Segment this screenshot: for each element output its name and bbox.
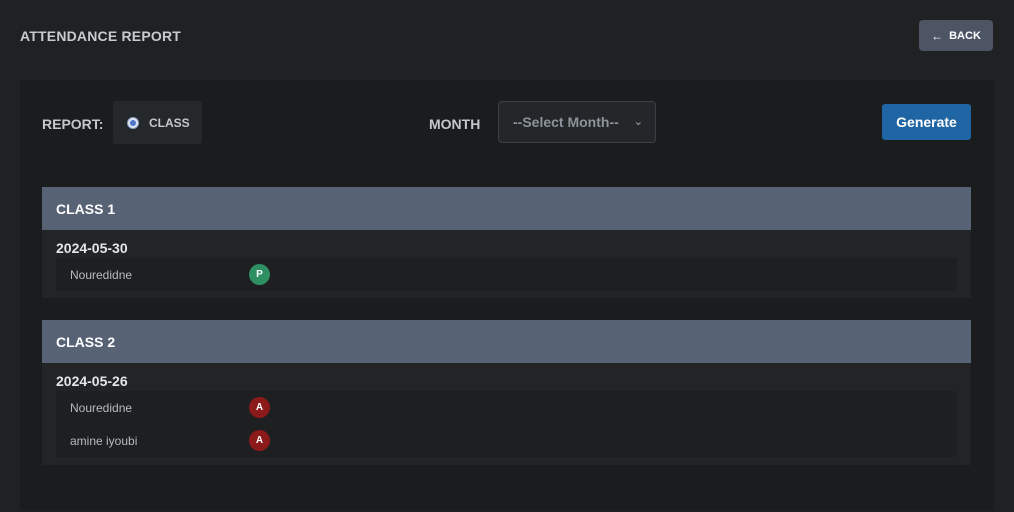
page-header: ATTENDANCE REPORT ← BACK [0,0,1014,80]
status-badge: P [249,264,270,285]
class-radio-option[interactable]: CLASS [113,101,202,144]
month-select[interactable]: --Select Month-- ⌄ [498,101,656,143]
student-row: Nouredidne P [56,258,957,291]
class-card-header: CLASS 2 [42,320,971,363]
class-card: CLASS 1 2024-05-30 Nouredidne P [42,187,971,298]
student-name: Nouredidne [70,400,133,415]
class-radio-label: CLASS [149,115,190,130]
status-badge: A [249,430,270,451]
report-label: REPORT: [42,116,104,132]
back-button-label: BACK [949,29,981,42]
class-card-header: CLASS 1 [42,187,971,230]
report-panel: REPORT: CLASS MONTH --Select Month-- ⌄ G… [20,80,994,510]
month-label: MONTH [429,116,481,132]
month-select-value: --Select Month-- [513,114,619,130]
radio-selected-icon[interactable] [127,116,139,129]
attendance-date: 2024-05-30 [56,240,128,256]
generate-button[interactable]: Generate [882,104,971,140]
page-title: ATTENDANCE REPORT [20,28,182,44]
arrow-left-icon: ← [931,28,944,43]
attendance-date: 2024-05-26 [56,373,128,389]
status-badge: A [249,397,270,418]
student-row: Nouredidne A [56,391,957,424]
student-name: Nouredidne [70,267,133,282]
back-button[interactable]: ← BACK [919,20,993,51]
class-card: CLASS 2 2024-05-26 Nouredidne A amine iy… [42,320,971,465]
student-row: amine iyoubi A [56,424,957,457]
chevron-down-icon: ⌄ [633,116,643,128]
student-name: amine iyoubi [70,433,138,448]
